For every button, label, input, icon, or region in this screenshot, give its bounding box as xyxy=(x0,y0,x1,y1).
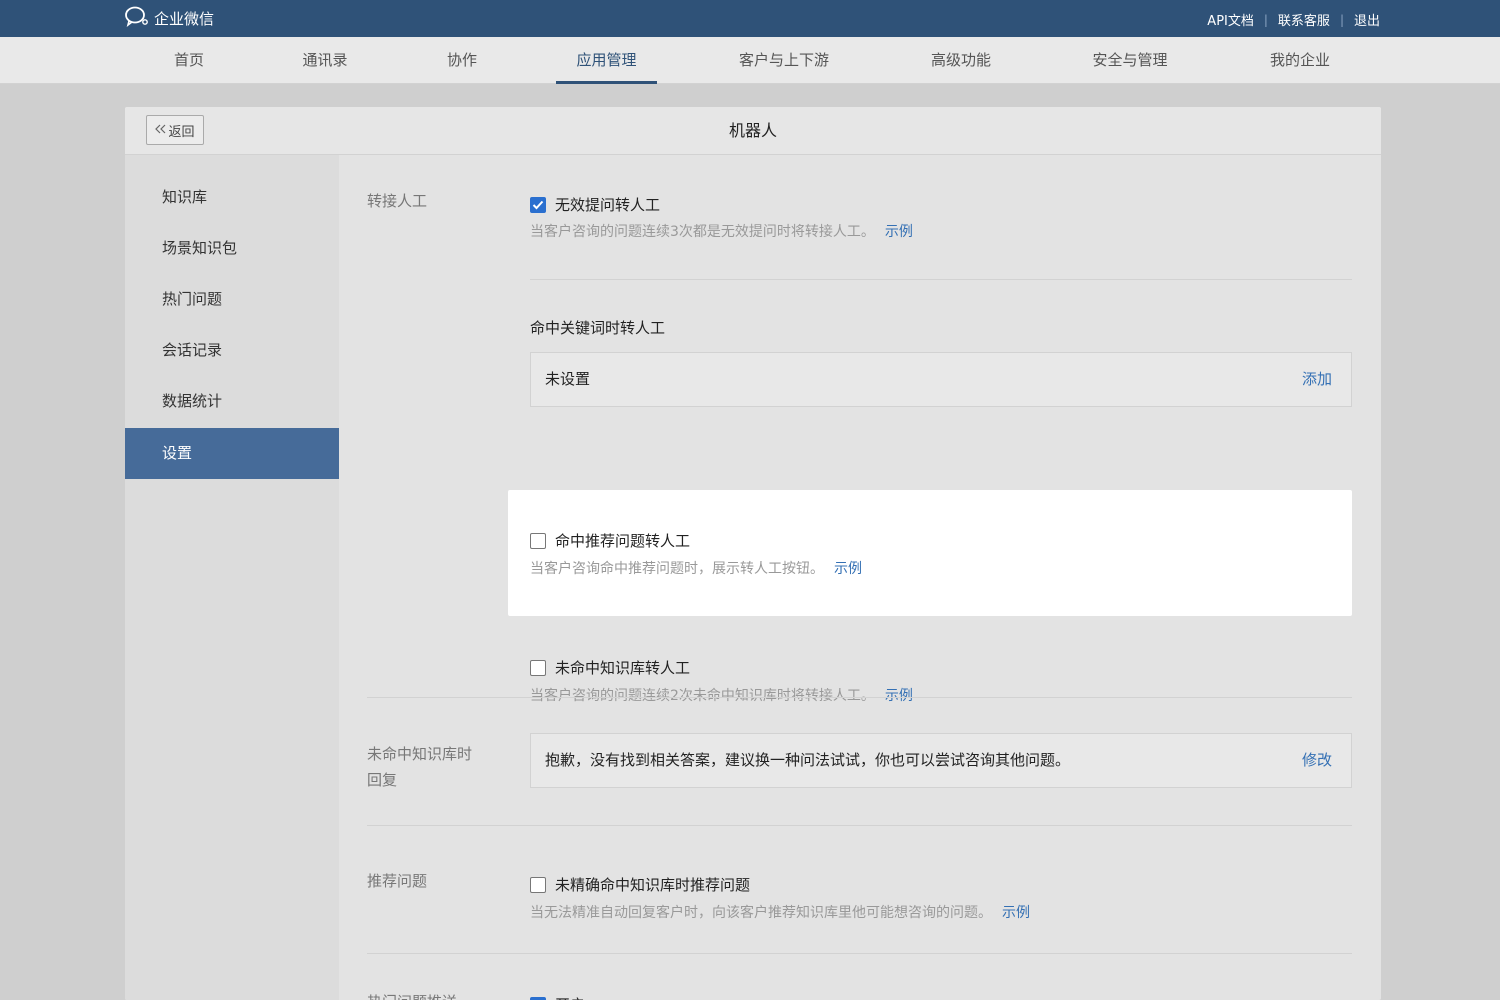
section-label-recommend: 推荐问题 xyxy=(367,872,428,890)
robot-panel: 机器人 返回 知识库 场景知识包 热门问题 会话记录 数据统计 设置 转接人工 … xyxy=(125,107,1381,1000)
recommended-transfer-option[interactable]: 命中推荐问题转人工 xyxy=(530,530,690,551)
recommend-checkbox[interactable] xyxy=(530,876,546,893)
invalid-question-desc-text: 当客户咨询的问题连续3次都是无效提问时将转接人工。 xyxy=(530,224,875,240)
api-docs-link[interactable]: API文档 xyxy=(1207,10,1254,29)
hot-label: 开启 xyxy=(555,994,585,1000)
sidebar-item-statistics[interactable]: 数据统计 xyxy=(125,376,339,427)
nav-contacts[interactable]: 通讯录 xyxy=(294,37,356,84)
miss-reply-label-line1: 未命中知识库时 xyxy=(367,745,473,763)
recommended-transfer-desc-text: 当客户咨询命中推荐问题时，展示转人工按钮。 xyxy=(530,561,824,577)
miss-kb-transfer-desc: 当客户咨询的问题连续2次未命中知识库时将转接人工。 示例 xyxy=(530,685,913,705)
back-label: 返回 xyxy=(168,124,195,140)
invalid-question-checkbox[interactable] xyxy=(530,196,546,213)
recommended-transfer-checkbox[interactable] xyxy=(530,532,546,549)
back-button[interactable]: 返回 xyxy=(146,115,204,145)
page-title: 机器人 xyxy=(728,121,777,140)
brand-logo[interactable]: 企业微信 xyxy=(124,5,215,31)
divider xyxy=(367,697,1352,698)
section-label-hot: 热门问题推送 xyxy=(367,989,457,1000)
sidebar-item-hot-questions[interactable]: 热门问题 xyxy=(125,274,339,325)
nav-security[interactable]: 安全与管理 xyxy=(1082,37,1178,84)
brand-name: 企业微信 xyxy=(154,9,215,28)
invalid-question-example-link[interactable]: 示例 xyxy=(885,224,913,240)
miss-kb-transfer-option[interactable]: 未命中知识库转人工 xyxy=(530,657,690,678)
nav-customers[interactable]: 客户与上下游 xyxy=(727,37,841,84)
invalid-question-label: 无效提问转人工 xyxy=(555,196,661,214)
nav-my-company[interactable]: 我的企业 xyxy=(1260,37,1340,84)
recommend-label: 未精确命中知识库时推荐问题 xyxy=(555,876,751,894)
sidebar: 知识库 场景知识包 热门问题 会话记录 数据统计 设置 xyxy=(125,155,339,1000)
divider xyxy=(367,825,1352,826)
logout-link[interactable]: 退出 xyxy=(1354,10,1380,29)
miss-reply-value: 抱歉，没有找到相关答案，建议换一种问法试试，你也可以尝试咨询其他问题。 xyxy=(545,751,1071,769)
nav-advanced[interactable]: 高级功能 xyxy=(921,37,1001,84)
miss-kb-transfer-example-link[interactable]: 示例 xyxy=(885,688,913,704)
recommended-transfer-label: 命中推荐问题转人工 xyxy=(555,532,691,550)
sidebar-item-scene-packs[interactable]: 场景知识包 xyxy=(125,223,339,274)
sidebar-item-chat-records[interactable]: 会话记录 xyxy=(125,325,339,376)
section-label-miss-reply: 未命中知识库时 回复 xyxy=(367,741,472,793)
recommended-transfer-example-link[interactable]: 示例 xyxy=(834,561,862,577)
nav-home[interactable]: 首页 xyxy=(165,37,213,84)
add-keyword-button[interactable]: 添加 xyxy=(1302,353,1332,406)
section-label-transfer: 转接人工 xyxy=(367,192,428,210)
panel-header: 机器人 返回 xyxy=(125,107,1381,155)
settings-content: 转接人工 无效提问转人工 当客户咨询的问题连续3次都是无效提问时将转接人工。 示例… xyxy=(339,155,1381,1000)
invalid-question-option[interactable]: 无效提问转人工 xyxy=(530,194,660,215)
miss-reply-box: 抱歉，没有找到相关答案，建议换一种问法试试，你也可以尝试咨询其他问题。 修改 xyxy=(530,733,1352,788)
sidebar-item-settings[interactable]: 设置 xyxy=(125,428,339,479)
link-separator: | xyxy=(1339,12,1344,27)
recommended-transfer-desc: 当客户咨询命中推荐问题时，展示转人工按钮。 示例 xyxy=(530,558,862,578)
recommend-example-link[interactable]: 示例 xyxy=(1002,905,1030,921)
nav-collaboration[interactable]: 协作 xyxy=(438,37,486,84)
keyword-transfer-title: 命中关键词时转人工 xyxy=(530,319,666,337)
recommend-desc-text: 当无法精准自动回复客户时，向该客户推荐知识库里他可能想咨询的问题。 xyxy=(530,905,992,921)
keyword-transfer-box: 未设置 添加 xyxy=(530,352,1352,407)
keyword-transfer-value: 未设置 xyxy=(545,370,591,388)
miss-kb-transfer-desc-text: 当客户咨询的问题连续2次未命中知识库时将转接人工。 xyxy=(530,688,875,704)
miss-kb-transfer-checkbox[interactable] xyxy=(530,659,546,676)
sidebar-item-knowledge-base[interactable]: 知识库 xyxy=(125,172,339,223)
divider xyxy=(530,279,1352,280)
wework-logo-icon xyxy=(124,5,150,31)
link-separator: | xyxy=(1263,12,1268,27)
miss-reply-label-line2: 回复 xyxy=(367,771,398,789)
edit-miss-reply-button[interactable]: 修改 xyxy=(1302,734,1332,787)
double-chevron-left-icon xyxy=(155,123,166,138)
recommended-transfer-card: 命中推荐问题转人工 当客户咨询命中推荐问题时，展示转人工按钮。 示例 xyxy=(508,490,1352,616)
invalid-question-desc: 当客户咨询的问题连续3次都是无效提问时将转接人工。 示例 xyxy=(530,221,913,241)
main-nav: 首页 通讯录 协作 应用管理 客户与上下游 高级功能 安全与管理 我的企业 xyxy=(0,37,1500,84)
hot-option[interactable]: 开启 xyxy=(530,994,585,1000)
hot-checkbox[interactable] xyxy=(530,996,546,1000)
checkmark-icon xyxy=(532,200,544,209)
recommend-desc: 当无法精准自动回复客户时，向该客户推荐知识库里他可能想咨询的问题。 示例 xyxy=(530,902,1030,922)
top-links: API文档 | 联系客服 | 退出 xyxy=(1207,10,1380,30)
divider xyxy=(367,953,1352,954)
contact-support-link[interactable]: 联系客服 xyxy=(1278,10,1330,29)
recommend-option[interactable]: 未精确命中知识库时推荐问题 xyxy=(530,874,750,895)
miss-kb-transfer-label: 未命中知识库转人工 xyxy=(555,659,691,677)
nav-app-management[interactable]: 应用管理 xyxy=(556,37,657,84)
top-header: 企业微信 API文档 | 联系客服 | 退出 xyxy=(0,0,1500,37)
